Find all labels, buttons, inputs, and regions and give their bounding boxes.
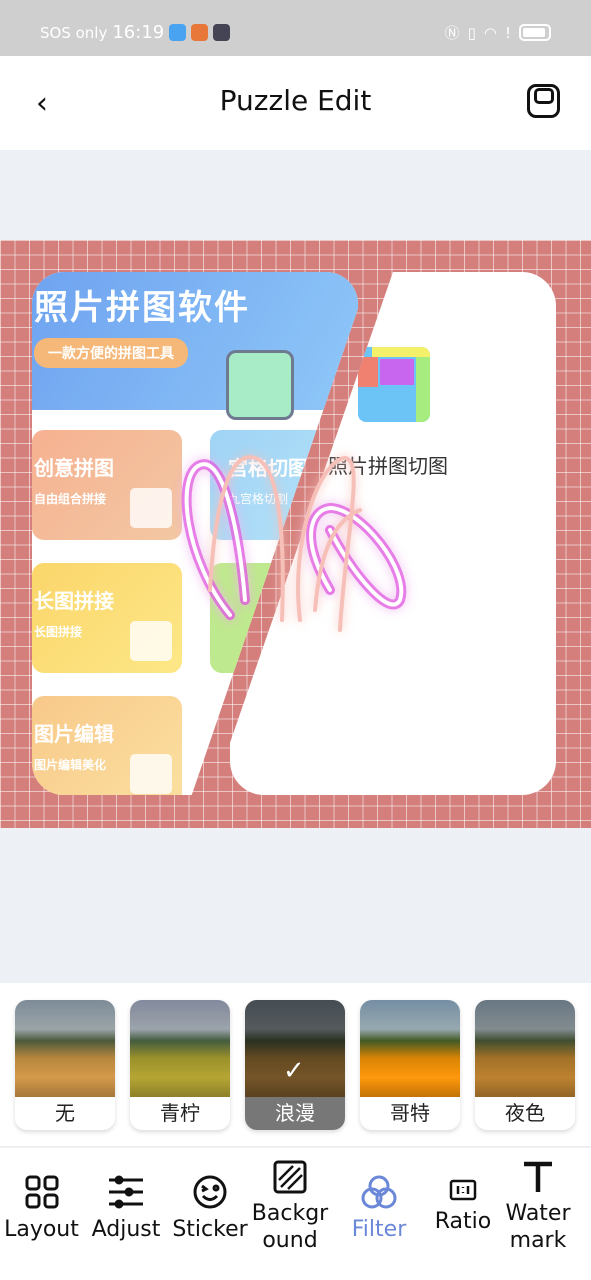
novel-app-icon xyxy=(191,24,209,41)
tab-background[interactable]: Backgr ound xyxy=(250,1160,330,1254)
card-title: 长图拼接 xyxy=(34,589,114,613)
ratio-icon xyxy=(428,1178,498,1202)
card-sub: 九宫格切割 xyxy=(228,492,289,506)
vibrate-icon: ▯ xyxy=(467,23,476,42)
tab-layout[interactable]: Layout xyxy=(4,1174,79,1243)
stack-icon xyxy=(130,621,172,661)
tab-label: Filter xyxy=(351,1217,407,1242)
smiley-icon xyxy=(172,1174,248,1210)
tab-filter[interactable]: Filter xyxy=(344,1174,414,1243)
filter-thumbnail xyxy=(475,1000,575,1097)
header: ‹ Puzzle Edit xyxy=(0,56,591,150)
game-app-icon xyxy=(213,24,231,41)
sliders-icon xyxy=(90,1174,162,1210)
alert-icon: ! xyxy=(504,23,511,42)
card-edit: 图片编辑图片编辑美化 xyxy=(32,696,182,795)
card-title: 宫格切图 xyxy=(228,456,308,480)
carrier-text: SOS only xyxy=(40,23,108,42)
filter-icon xyxy=(344,1174,414,1210)
app-name: 照片拼图切图 xyxy=(328,454,448,478)
filter-option-0[interactable]: 无 xyxy=(15,1000,115,1130)
weather-app-icon xyxy=(169,24,187,41)
tab-label: Backgr ound xyxy=(251,1201,329,1253)
battery-icon xyxy=(519,24,551,41)
card-sub: 长图拼接 xyxy=(34,625,83,639)
card-long: 长图拼接 长图拼接 xyxy=(32,563,182,673)
tab-label: Adjust xyxy=(91,1217,161,1242)
filter-thumbnail xyxy=(360,1000,460,1097)
clock: 16:19 xyxy=(112,22,165,43)
save-icon[interactable] xyxy=(527,84,560,118)
tab-ratio[interactable]: Ratio xyxy=(428,1178,498,1235)
filter-label: 哥特 xyxy=(390,1101,430,1125)
filter-thumbnail xyxy=(130,1000,230,1097)
filter-strip: 无 青柠 ✓ 浪漫 哥特 夜色 xyxy=(0,983,591,1147)
app-logo xyxy=(358,347,430,422)
tab-label: Water mark xyxy=(505,1201,571,1253)
image-icon xyxy=(130,754,172,794)
tab-sticker[interactable]: Sticker xyxy=(172,1174,248,1243)
filter-option-2[interactable]: ✓ 浪漫 xyxy=(245,1000,345,1130)
collage-canvas[interactable]: 照片拼图软件 一款方便的拼图工具 创意拼图 自由组合拼接 长图拼接 长图拼接 图片编… xyxy=(0,240,591,828)
page-title: Puzzle Edit xyxy=(219,84,372,117)
card-title: 创意拼图 xyxy=(34,456,114,480)
filter-label: 青柠 xyxy=(160,1101,200,1125)
status-bar: SOS only 16:19 Ⓝ ▯ ◠! xyxy=(0,0,591,56)
tab-label: Layout xyxy=(4,1217,79,1242)
tab-adjust[interactable]: Adjust xyxy=(90,1174,162,1243)
hero-banner: 照片拼图软件 一款方便的拼图工具 xyxy=(32,272,358,420)
filter-option-1[interactable]: 青柠 xyxy=(130,1000,230,1130)
document-illustration xyxy=(226,350,294,420)
grid-icon xyxy=(130,488,172,528)
background-icon xyxy=(250,1160,330,1194)
nfc-icon: Ⓝ xyxy=(444,24,460,42)
check-icon: ✓ xyxy=(283,1056,305,1086)
filter-label: 浪漫 xyxy=(245,1097,345,1130)
card-sub: 自由组合拼接 xyxy=(34,492,107,506)
filter-thumbnail xyxy=(15,1000,115,1097)
filter-option-4[interactable]: 夜色 xyxy=(475,1000,575,1130)
tab-watermark[interactable]: Water mark xyxy=(502,1160,574,1254)
layout-icon xyxy=(4,1174,79,1210)
filter-label: 无 xyxy=(55,1101,75,1125)
tab-label: Sticker xyxy=(172,1217,248,1242)
wifi-icon: ◠ xyxy=(483,23,497,42)
tab-label: Ratio xyxy=(434,1209,492,1234)
hero-pill: 一款方便的拼图工具 xyxy=(34,338,188,368)
filter-label: 夜色 xyxy=(505,1101,545,1125)
bottom-toolbar: Layout Adjust Sticker Backgr ound Filter Rati… xyxy=(0,1148,591,1280)
filter-option-3[interactable]: 哥特 xyxy=(360,1000,460,1130)
card-title: 图片编辑 xyxy=(34,722,114,746)
hero-title: 照片拼图软件 xyxy=(34,288,250,328)
text-icon xyxy=(502,1160,574,1194)
card-sub: 图片编辑美化 xyxy=(34,758,107,772)
card-creative: 创意拼图自由组合拼接 xyxy=(32,430,182,540)
